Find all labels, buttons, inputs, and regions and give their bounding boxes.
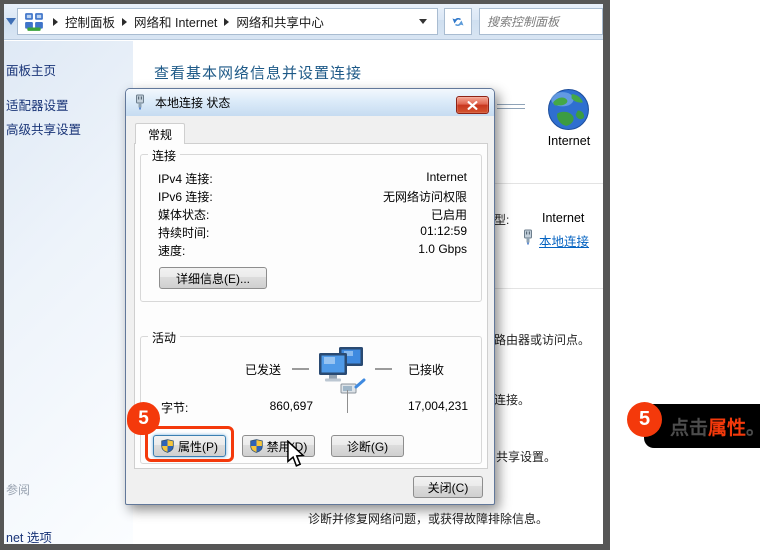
breadcrumb-separator-icon bbox=[53, 18, 58, 26]
annotation-text-highlight: 属性 bbox=[708, 418, 746, 439]
tab-general[interactable]: 常规 bbox=[135, 123, 185, 144]
sidebar-item-control-panel-home[interactable]: 面板主页 bbox=[6, 60, 56, 79]
annotation-text-prefix: 点击 bbox=[670, 418, 708, 439]
bytes-label: 字节: bbox=[161, 399, 188, 416]
bytes-sent-value: 860,697 bbox=[229, 399, 313, 413]
search-input[interactable] bbox=[480, 9, 602, 34]
diagnose-button-label: 诊断(G) bbox=[347, 438, 388, 455]
row-value-speed: 1.0 Gbps bbox=[418, 242, 467, 260]
connection-group-label: 连接 bbox=[148, 147, 180, 164]
screenshot-root: 控制面板 网络和 Internet 网络和共享中心 面板主页 适配器设置 高级共… bbox=[0, 0, 760, 550]
row-value-ipv6: 无网络访问权限 bbox=[383, 188, 467, 206]
dialog-title: 本地连接 状态 bbox=[155, 94, 230, 111]
row-label-ipv6: IPv6 连接: bbox=[158, 188, 213, 206]
network-map-line bbox=[497, 104, 525, 105]
text-fragment-connect: 连接。 bbox=[494, 391, 530, 408]
uac-shield-icon bbox=[250, 439, 263, 453]
content-divider bbox=[485, 183, 603, 184]
ethernet-plug-icon bbox=[522, 229, 534, 245]
breadcrumb-item-network-internet[interactable]: 网络和 Internet bbox=[134, 12, 217, 31]
access-type-label: 型: bbox=[494, 211, 509, 228]
breadcrumb[interactable]: 控制面板 网络和 Internet 网络和共享中心 bbox=[17, 8, 438, 35]
internet-globe-icon[interactable] bbox=[547, 88, 590, 131]
activity-dash bbox=[292, 368, 309, 370]
local-connection-status-dialog: 本地连接 状态 常规 连接 IPv4 连接: Internet IPv6 连接: 无… bbox=[125, 88, 495, 505]
sent-label: 已发送 bbox=[245, 361, 281, 378]
bytes-received-value: 17,004,231 bbox=[373, 399, 468, 413]
sidebar-item-internet-options[interactable]: net 选项 bbox=[6, 527, 52, 546]
diagnose-button[interactable]: 诊断(G) bbox=[331, 435, 404, 457]
breadcrumb-item-network-sharing-center[interactable]: 网络和共享中心 bbox=[236, 12, 324, 31]
row-value-duration: 01:12:59 bbox=[420, 224, 467, 242]
received-label: 已接收 bbox=[408, 361, 444, 378]
close-button[interactable]: 关闭(C) bbox=[413, 476, 483, 498]
troubleshoot-description: 诊断并修复网络问题，或获得故障排除信息。 bbox=[308, 510, 548, 527]
tab-page-general: 连接 IPv4 连接: Internet IPv6 连接: 无网络访问权限 媒体状态… bbox=[134, 143, 488, 469]
row-value-media-state: 已启用 bbox=[431, 206, 467, 224]
close-icon bbox=[467, 101, 478, 110]
properties-button[interactable]: 属性(P) bbox=[153, 435, 226, 457]
step-badge: 5 bbox=[127, 402, 160, 435]
activity-group: 活动 已发送 bbox=[140, 336, 482, 464]
annotation-callout: 点击属性。 bbox=[644, 404, 760, 448]
uac-shield-icon bbox=[161, 439, 174, 453]
row-label-duration: 持续时间: bbox=[158, 224, 209, 242]
mouse-cursor bbox=[286, 440, 305, 469]
sidebar: 面板主页 适配器设置 高级共享设置 参阅 net 选项 bbox=[4, 41, 133, 544]
row-label-speed: 速度: bbox=[158, 242, 185, 260]
navigation-toolbar: 控制面板 网络和 Internet 网络和共享中心 bbox=[4, 4, 603, 40]
content-divider bbox=[485, 288, 603, 289]
dialog-close-button[interactable] bbox=[456, 96, 489, 114]
text-fragment-sharing: 共享设置。 bbox=[496, 448, 556, 465]
text-fragment-router: 路由器或访问点。 bbox=[494, 331, 590, 348]
bytes-separator bbox=[347, 390, 348, 413]
local-connection-link[interactable]: 本地连接 bbox=[539, 231, 589, 250]
sidebar-item-adapter-settings[interactable]: 适配器设置 bbox=[6, 95, 69, 114]
sidebar-see-also-header: 参阅 bbox=[6, 481, 30, 498]
annotation-step-badge: 5 bbox=[627, 402, 662, 437]
search-box bbox=[479, 8, 603, 35]
breadcrumb-item-control-panel[interactable]: 控制面板 bbox=[65, 12, 115, 31]
network-map-line bbox=[497, 108, 525, 109]
row-value-ipv4: Internet bbox=[426, 170, 467, 188]
network-places-icon bbox=[24, 12, 44, 32]
connection-group: 连接 IPv4 连接:Internet IPv6 连接:无网络访问权限 媒体状态… bbox=[140, 154, 482, 302]
computers-activity-icon bbox=[313, 345, 367, 397]
connection-status-icon bbox=[134, 94, 147, 111]
activity-dash bbox=[375, 368, 392, 370]
page-title: 查看基本网络信息并设置连接 bbox=[154, 62, 362, 83]
refresh-icon bbox=[450, 14, 466, 30]
activity-group-label: 活动 bbox=[148, 329, 180, 346]
annotation-text-suffix: 。 bbox=[746, 418, 760, 439]
dialog-titlebar[interactable]: 本地连接 状态 bbox=[126, 89, 494, 116]
row-label-ipv4: IPv4 连接: bbox=[158, 170, 213, 188]
breadcrumb-separator-icon bbox=[224, 18, 229, 26]
properties-button-label: 属性(P) bbox=[178, 438, 218, 455]
breadcrumb-dropdown-icon[interactable] bbox=[419, 19, 427, 24]
breadcrumb-separator-icon bbox=[122, 18, 127, 26]
chevron-down-icon[interactable] bbox=[6, 18, 16, 25]
access-type-value: Internet bbox=[542, 211, 584, 225]
sidebar-item-advanced-sharing[interactable]: 高级共享设置 bbox=[6, 119, 81, 138]
details-button[interactable]: 详细信息(E)... bbox=[159, 267, 267, 289]
row-label-media-state: 媒体状态: bbox=[158, 206, 209, 224]
refresh-button[interactable] bbox=[444, 8, 472, 35]
internet-node-label: Internet bbox=[537, 134, 601, 148]
